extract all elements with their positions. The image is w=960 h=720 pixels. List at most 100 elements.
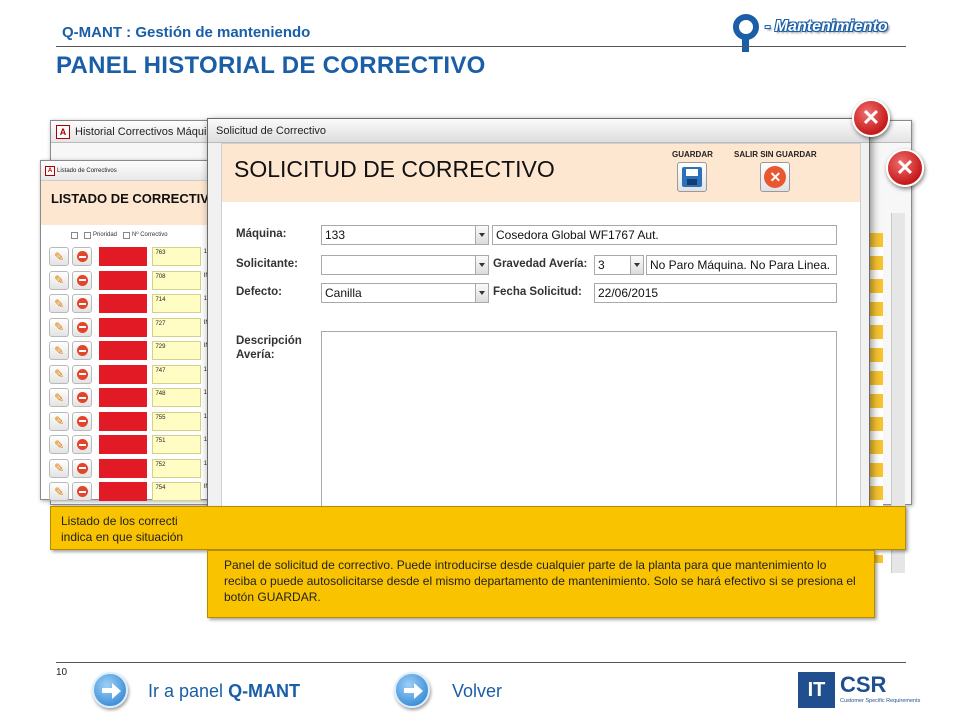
table-row[interactable]: ✎729INS (41, 339, 219, 363)
correctivo-number-cell: 752 (152, 458, 201, 478)
exit-button-box: ✕ (760, 162, 791, 192)
chevron-down-icon[interactable] (475, 284, 488, 302)
edit-button[interactable]: ✎ (49, 294, 70, 314)
table-row[interactable]: ✎727INS (41, 316, 219, 340)
gravedad-select[interactable]: 3 (594, 255, 644, 275)
historial-window-title: Historial Correctivos Máquina (75, 126, 219, 138)
exit-without-saving-button[interactable]: SALIR SIN GUARDAR ✕ (734, 150, 817, 192)
minus-circle-icon (76, 392, 88, 404)
priority-cell (99, 294, 148, 314)
correctivo-number-cell: 754 (152, 482, 201, 502)
presentation-subtitle: Q-MANT : Gestión de manteniendo (62, 24, 311, 41)
delete-button[interactable] (72, 411, 93, 431)
solicitante-select[interactable] (321, 255, 489, 275)
edit-button[interactable]: ✎ (49, 458, 70, 478)
column-numero[interactable]: Nº Correctivo (123, 231, 168, 239)
table-row[interactable]: ✎708INS (41, 269, 219, 293)
dialog-titlebar[interactable]: Solicitud de Correctivo (208, 119, 869, 143)
table-row[interactable]: ✎75113 (41, 433, 219, 457)
mantenimiento-logo: - Mantenimiento (733, 12, 913, 52)
close-dialog-button[interactable]: ✕ (852, 99, 890, 137)
table-row[interactable]: ✎75216 (41, 457, 219, 481)
minus-circle-icon (76, 251, 88, 263)
arrow-right-icon[interactable] (92, 672, 128, 708)
priority-cell (99, 482, 148, 502)
dialog-heading: SOLICITUD DE CORRECTIVO (234, 156, 555, 182)
arrow-right-icon[interactable] (394, 672, 430, 708)
brand-subtitle: Customer Specific Requirements (840, 698, 921, 704)
table-row[interactable]: ✎76314 (41, 245, 219, 269)
delete-button[interactable] (72, 364, 93, 384)
save-button[interactable]: GUARDAR (672, 150, 713, 192)
chevron-down-icon[interactable] (475, 226, 488, 244)
delete-button[interactable] (72, 458, 93, 478)
chevron-down-icon[interactable] (475, 256, 488, 274)
gravedad-label: Gravedad Avería: (493, 258, 588, 270)
table-row[interactable]: ✎754INS (41, 480, 219, 504)
priority-cell (99, 341, 148, 361)
delete-button[interactable] (72, 247, 93, 267)
gravedad-select-value: 3 (598, 258, 605, 272)
table-row[interactable]: ✎74715 (41, 363, 219, 387)
correctivo-number-cell: 763 (152, 247, 201, 267)
solicitante-label: Solicitante: (236, 258, 298, 270)
minus-circle-icon (76, 274, 88, 286)
maquina-select[interactable]: 133 (321, 225, 489, 245)
pencil-icon: ✎ (54, 249, 65, 264)
edit-button[interactable]: ✎ (49, 364, 70, 384)
maquina-name-field[interactable]: Cosedora Global WF1767 Aut. (492, 225, 837, 245)
filter-toggle[interactable] (71, 231, 78, 239)
delete-button[interactable] (72, 317, 93, 337)
back-link[interactable]: Volver (452, 681, 502, 702)
pencil-icon: ✎ (54, 320, 65, 335)
minus-circle-icon (76, 321, 88, 333)
fecha-solicitud-field[interactable]: 22/06/2015 (594, 283, 837, 303)
edit-button[interactable]: ✎ (49, 482, 70, 502)
delete-button[interactable] (72, 341, 93, 361)
correctivo-number-cell: 751 (152, 435, 201, 455)
close-icon: ✕ (895, 155, 915, 180)
defecto-label: Defecto: (236, 286, 283, 298)
pencil-icon: ✎ (54, 461, 65, 476)
minus-circle-icon (76, 439, 88, 451)
correctivo-number-cell: 729 (152, 341, 201, 361)
pencil-icon: ✎ (54, 273, 65, 288)
edit-button[interactable]: ✎ (49, 317, 70, 337)
save-button-box (677, 162, 708, 192)
pencil-icon: ✎ (54, 484, 65, 499)
priority-cell (99, 317, 148, 337)
listado-window-titlebar[interactable]: A Listado de Correctivos (41, 161, 219, 181)
delete-button[interactable] (72, 482, 93, 502)
brand-csr: CSR (840, 672, 887, 697)
gravedad-description-field[interactable]: No Paro Máquina. No Para Linea. (646, 255, 837, 275)
descripcion-textarea[interactable] (321, 331, 837, 519)
solicitud-correctivo-dialog: Solicitud de Correctivo SOLICITUD DE COR… (207, 118, 870, 538)
table-row[interactable]: ✎75515 (41, 410, 219, 434)
pencil-icon: ✎ (54, 367, 65, 382)
edit-button[interactable]: ✎ (49, 388, 70, 408)
delete-button[interactable] (72, 294, 93, 314)
table-row[interactable]: ✎71413 (41, 292, 219, 316)
edit-button[interactable]: ✎ (49, 247, 70, 267)
listado-heading: LISTADO DE CORRECTIVOS (41, 181, 219, 225)
solicitud-callout: Panel de solicitud de correctivo. Puede … (207, 550, 875, 618)
chevron-down-icon[interactable] (630, 256, 643, 274)
edit-button[interactable]: ✎ (49, 270, 70, 290)
brand-it: IT (798, 672, 838, 708)
delete-button[interactable] (72, 270, 93, 290)
close-historial-button[interactable]: ✕ (886, 149, 924, 187)
listado-callout: Listado de los correcti indica en que si… (50, 506, 906, 550)
dropdown-icon (123, 231, 131, 239)
table-row[interactable]: ✎74816 (41, 386, 219, 410)
delete-button[interactable] (72, 435, 93, 455)
defecto-select[interactable]: Canilla (321, 283, 489, 303)
edit-button[interactable]: ✎ (49, 411, 70, 431)
defecto-select-value: Canilla (325, 286, 362, 300)
minus-circle-icon (76, 415, 88, 427)
edit-button[interactable]: ✎ (49, 435, 70, 455)
priority-cell (99, 458, 148, 478)
delete-button[interactable] (72, 388, 93, 408)
edit-button[interactable]: ✎ (49, 341, 70, 361)
go-to-panel-link[interactable]: Ir a panel Q-MANT (148, 681, 300, 702)
column-prioridad[interactable]: Prioridad (84, 231, 117, 239)
